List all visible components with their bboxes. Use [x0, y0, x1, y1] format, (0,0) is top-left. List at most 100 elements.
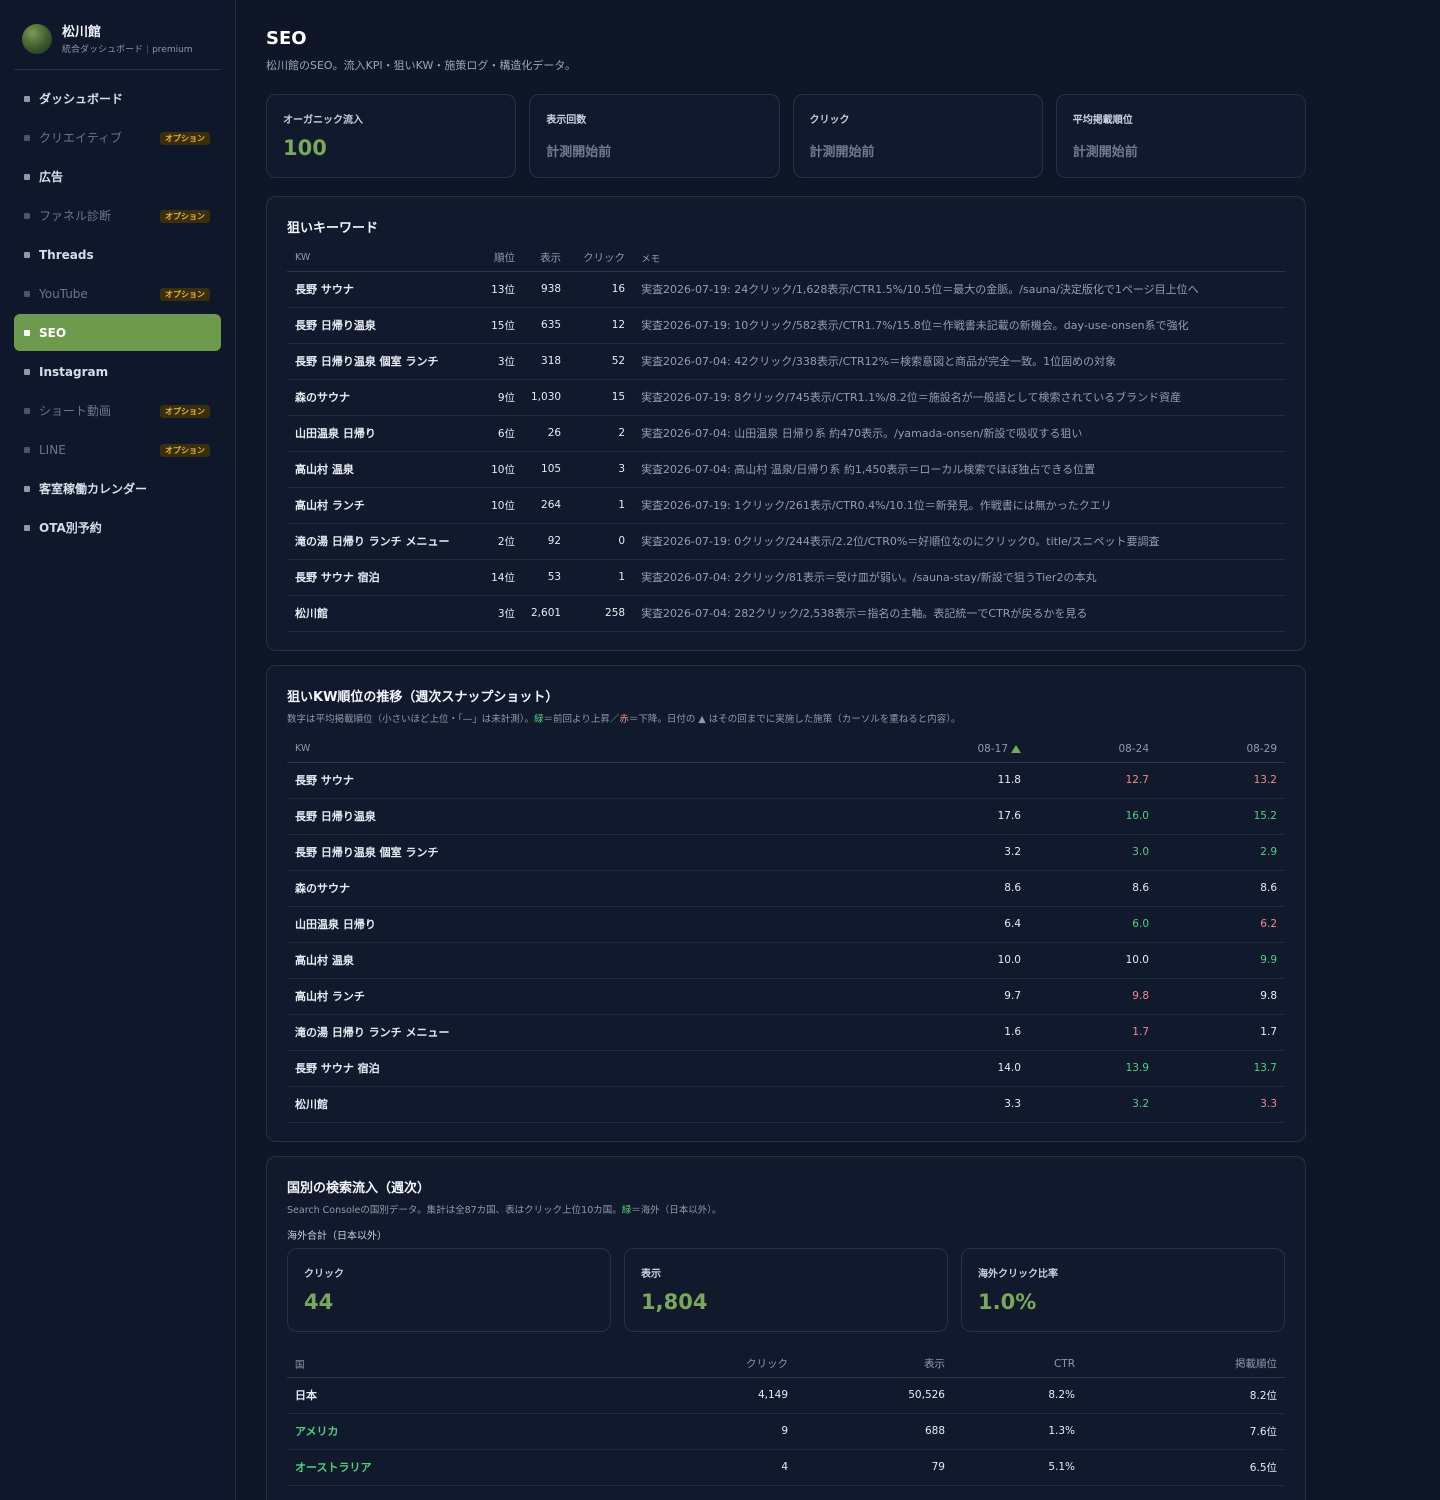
nav-item-6[interactable]: SEO: [14, 314, 221, 351]
trend-row: 松川館 3.3 3.2 3.3: [287, 1086, 1285, 1123]
overseas-kpi-card: 表示 1,804: [624, 1248, 948, 1332]
keyword-row: 長野 サウナ 13位 938 16 実査2026-07-19: 24クリック/1,628…: [287, 271, 1285, 308]
clicks-cell: 12: [569, 307, 634, 344]
clicks-cell: 1: [569, 559, 634, 596]
rank-cell: 6位: [477, 415, 523, 452]
rank-value-cell: 1.6: [901, 1014, 1029, 1051]
overseas-kpi-card: 海外クリック比率 1.0%: [961, 1248, 1285, 1332]
brand-subtitle: 統合ダッシュボード | premium: [62, 42, 193, 55]
memo-cell: 実査2026-07-04: 42クリック/338表示/CTR12%＝検索意図と商…: [633, 343, 1285, 380]
brand-separator: |: [146, 45, 150, 55]
rank-value-cell: 1.7: [1029, 1014, 1157, 1051]
trend-table: KW 08-17 08-24 08-29 長野 サウナ 11.8 12.7 13.2 長…: [287, 736, 1285, 1123]
rank-value-cell: 8.6: [901, 870, 1029, 907]
country-cell: オーストラリア: [287, 1449, 636, 1486]
clicks-cell: 4,149: [636, 1377, 796, 1414]
country-table: 国 クリック 表示 CTR 掲載順位 日本 4,149 50,526 8.2% 8.2位…: [287, 1351, 1285, 1486]
trend-col-date-1[interactable]: 08-17: [901, 736, 1029, 763]
brand[interactable]: 松川館 統合ダッシュボード | premium: [14, 14, 221, 70]
nav-item-11[interactable]: OTA別予約: [14, 509, 221, 546]
country-cell: アメリカ: [287, 1413, 636, 1450]
memo-cell: 実査2026-07-19: 1クリック/261表示/CTR0.4%/10.1位＝…: [633, 487, 1285, 524]
keyword-cell: 高山村 ランチ: [287, 487, 477, 524]
nav-item-5[interactable]: YouTube オプション: [14, 275, 221, 312]
kpi-label: クリック: [304, 1269, 344, 1280]
keyword-cell: 長野 サウナ: [287, 271, 477, 308]
trend-row: 長野 日帰り温泉 個室 ランチ 3.2 3.0 2.9: [287, 834, 1285, 871]
keyword-row: 高山村 温泉 10位 105 3 実査2026-07-04: 高山村 温泉/日帰り系 約…: [287, 451, 1285, 488]
option-badge: オプション: [160, 405, 210, 418]
rank-value-cell: 12.7: [1029, 762, 1157, 799]
nav-item-9[interactable]: LINE オプション: [14, 431, 221, 468]
nav-item-8[interactable]: ショート動画 オプション: [14, 392, 221, 429]
rank-value-cell: 13.7: [1157, 1050, 1285, 1087]
rank-value-cell: 11.8: [901, 762, 1029, 799]
trend-row: 長野 日帰り温泉 17.6 16.0 15.2: [287, 798, 1285, 835]
kpi-value: 1,804: [641, 1290, 708, 1314]
country-description: Search Consoleの国別データ。集計は全87カ国、表はクリック上位10…: [287, 1202, 722, 1216]
col-rank: 順位: [477, 245, 523, 272]
memo-cell: 実査2026-07-19: 0クリック/244表示/2.2位/CTR0%＝好順位…: [633, 523, 1285, 560]
keyword-cell: 山田温泉 日帰り: [287, 415, 477, 452]
nav-item-4[interactable]: Threads: [14, 236, 221, 273]
clicks-cell: 52: [569, 343, 634, 380]
trend-keyword-cell: 高山村 ランチ: [287, 978, 901, 1015]
trend-row: 山田温泉 日帰り 6.4 6.0 6.2: [287, 906, 1285, 943]
option-badge: オプション: [160, 288, 210, 301]
trend-row: 高山村 ランチ 9.7 9.8 9.8: [287, 978, 1285, 1015]
rank-cell: 13位: [477, 271, 523, 308]
kpi-label: 表示回数: [546, 115, 587, 126]
rank-cell: 14位: [477, 559, 523, 596]
option-badge: オプション: [160, 444, 210, 457]
rank-value-cell: 13.2: [1157, 762, 1285, 799]
keyword-cell: 長野 日帰り温泉 個室 ランチ: [287, 343, 477, 380]
position-cell: 7.6位: [1083, 1413, 1285, 1450]
keyword-cell: 松川館: [287, 595, 477, 632]
trend-keyword-cell: 山田温泉 日帰り: [287, 906, 901, 943]
brand-logo: [22, 24, 52, 54]
country-card: 国別の検索流入（週次） Search Consoleの国別データ。集計は全87カ…: [266, 1156, 1306, 1500]
clicks-cell: 16: [569, 271, 634, 308]
option-badge: オプション: [160, 132, 210, 145]
nav-item-2[interactable]: 広告: [14, 158, 221, 195]
rank-value-cell: 15.2: [1157, 798, 1285, 835]
trend-card: 狙いKW順位の推移（週次スナップショット） 数字は平均掲載順位（小さいほど上位・…: [266, 665, 1306, 1142]
country-header-row: 国 クリック 表示 CTR 掲載順位: [287, 1351, 1285, 1378]
nav-item-1[interactable]: クリエイティブ オプション: [14, 119, 221, 156]
keyword-cell: 高山村 温泉: [287, 451, 477, 488]
kpi-value: 100: [283, 136, 327, 160]
country-desc-pre: Search Consoleの国別データ。集計は全87カ国、表はクリック上位10…: [287, 1205, 622, 1216]
memo-cell: 実査2026-07-19: 24クリック/1,628表示/CTR1.5%/10.…: [633, 271, 1285, 308]
kpi-label: 海外クリック比率: [978, 1269, 1058, 1280]
nav-item-0[interactable]: ダッシュボード: [14, 80, 221, 117]
rank-value-cell: 3.0: [1029, 834, 1157, 871]
impressions-cell: 53: [523, 559, 570, 596]
country-title: 国別の検索流入（週次）: [287, 1181, 431, 1196]
nav-item-label: LINE: [39, 442, 66, 457]
rank-value-cell: 10.0: [901, 942, 1029, 979]
kpi-value: 計測開始前: [1072, 145, 1138, 160]
nav-item-7[interactable]: Instagram: [14, 353, 221, 390]
kpi-value: 計測開始前: [809, 145, 875, 160]
nav-item-10[interactable]: 客室稼働カレンダー: [14, 470, 221, 507]
kpi-row: オーガニック流入 100 表示回数 計測開始前 クリック 計測開始前 平均掲載順位 計測開始前: [266, 94, 1306, 178]
trend-desc-red: 赤: [619, 714, 629, 725]
col-click: クリック: [569, 245, 634, 272]
nav-item-label: クリエイティブ: [39, 131, 123, 145]
overseas-total-label: 海外合計（日本以外）: [287, 1231, 387, 1242]
country-row: 日本 4,149 50,526 8.2% 8.2位: [287, 1377, 1285, 1414]
nav-item-label: ファネル診断: [39, 209, 112, 223]
clicks-cell: 9: [636, 1413, 796, 1450]
keyword-cell: 長野 サウナ 宿泊: [287, 559, 477, 596]
nav-bullet-icon: [24, 368, 30, 375]
measure-marker-icon[interactable]: [1011, 744, 1021, 753]
memo-cell: 実査2026-07-04: 山田温泉 日帰り系 約470表示。/yamada-o…: [633, 415, 1285, 452]
nav-item-3[interactable]: ファネル診断 オプション: [14, 197, 221, 234]
kpi-card: 表示回数 計測開始前: [529, 94, 780, 178]
memo-cell: 実査2026-07-04: 高山村 温泉/日帰り系 約1,450表示＝ローカル検…: [633, 451, 1285, 488]
kpi-value: 計測開始前: [546, 145, 612, 160]
trend-desc-mid: ＝前回より上昇／: [543, 714, 620, 725]
impressions-cell: 92: [523, 523, 570, 560]
impressions-cell: 79: [796, 1449, 953, 1486]
sidebar: 松川館 統合ダッシュボード | premium ダッシュボード クリエイティブ オプショ…: [0, 0, 236, 1500]
